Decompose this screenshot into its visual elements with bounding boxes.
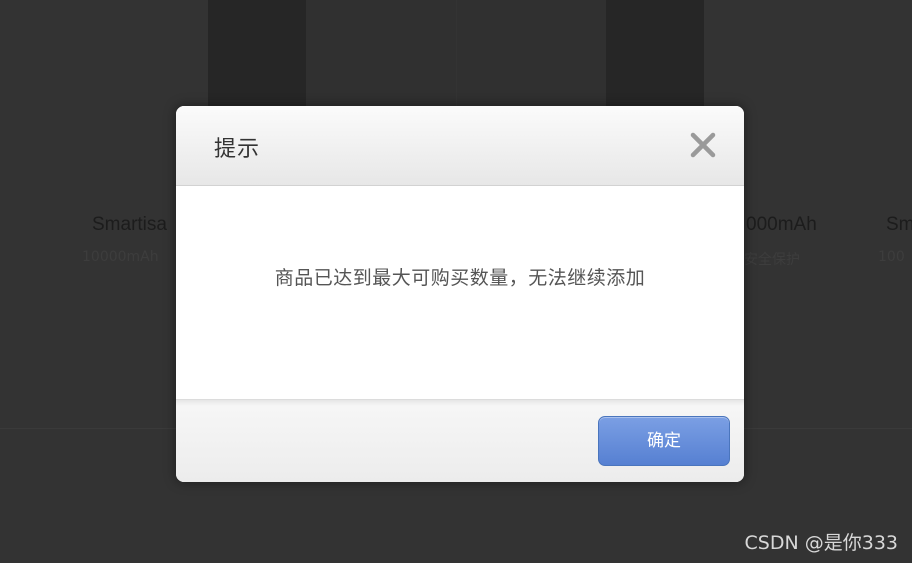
product-subtitle: 100 [878,249,905,265]
alert-dialog: 提示 商品已达到最大可购买数量，无法继续添加 确定 [176,106,744,482]
product-image [457,0,606,112]
dialog-title: 提示 [214,137,261,162]
dialog-body: 商品已达到最大可购买数量，无法继续添加 [176,186,744,399]
product-image [208,0,306,112]
product-subtitle: 安全保护 [744,252,800,268]
dialog-footer: 确定 [176,399,744,482]
watermark: CSDN @是你333 [744,532,898,554]
product-title: Sm [886,214,912,235]
product-subtitle: 10000mAh [82,249,159,265]
product-title: Smartisa [92,214,167,235]
product-title: 000mAh [746,214,817,235]
confirm-button[interactable]: 确定 [598,416,730,466]
dialog-message: 商品已达到最大可购买数量，无法继续添加 [274,267,646,289]
dialog-header: 提示 [176,106,744,186]
close-button[interactable] [686,128,720,162]
page: Smartisa 10000mAh 000mAh 安全保护 Sm 100 提示 … [0,0,912,563]
product-image [606,0,704,112]
product-image [306,0,456,112]
close-icon [686,128,720,162]
divider [176,400,744,406]
